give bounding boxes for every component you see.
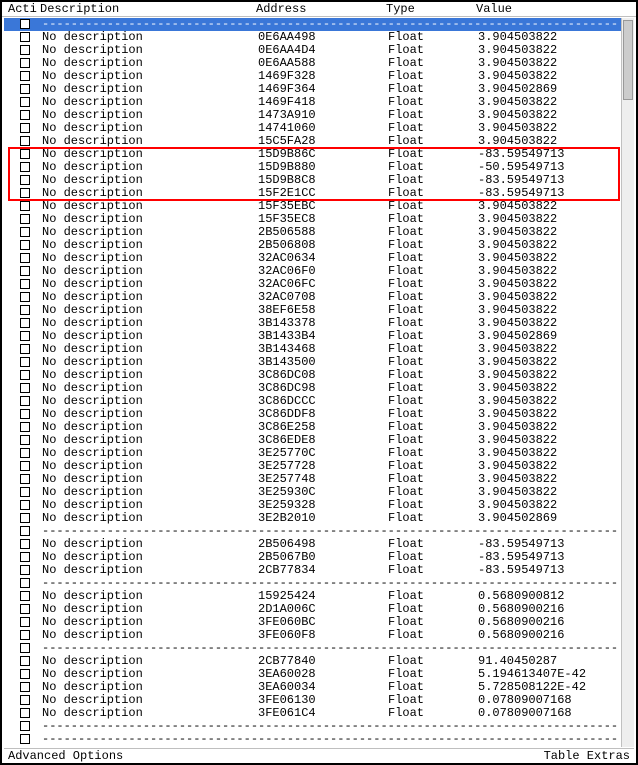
row-checkbox[interactable] <box>20 552 30 562</box>
row-checkbox[interactable] <box>20 643 30 653</box>
row-checkbox[interactable] <box>20 227 30 237</box>
row-checkbox[interactable] <box>20 630 30 640</box>
row-checkbox[interactable] <box>20 396 30 406</box>
row-checkbox[interactable] <box>20 123 30 133</box>
separator-row[interactable]: ----------------------------------------… <box>4 733 622 746</box>
row-checkbox[interactable] <box>20 513 30 523</box>
row-checkbox[interactable] <box>20 734 30 744</box>
row-checkbox[interactable] <box>20 656 30 666</box>
row-checkbox[interactable] <box>20 448 30 458</box>
row-checkbox[interactable] <box>20 669 30 679</box>
row-checkbox[interactable] <box>20 84 30 94</box>
footer-bar: Advanced Options Table Extras <box>4 748 634 763</box>
row-checkbox[interactable] <box>20 344 30 354</box>
cell-type: Float <box>388 564 424 577</box>
row-checkbox[interactable] <box>20 435 30 445</box>
row-checkbox[interactable] <box>20 487 30 497</box>
row-checkbox[interactable] <box>20 565 30 575</box>
row-checkbox[interactable] <box>20 136 30 146</box>
table-row[interactable]: No description 2CB77834 Float -83.59549713 <box>4 564 622 577</box>
cell-address: 2CB77834 <box>258 564 316 577</box>
row-checkbox[interactable] <box>20 500 30 510</box>
row-checkbox[interactable] <box>20 357 30 367</box>
row-checkbox[interactable] <box>20 188 30 198</box>
separator-dashes: ----------------------------------------… <box>42 720 618 733</box>
row-checkbox[interactable] <box>20 45 30 55</box>
column-header-row: Acti Description Address Type Value <box>2 2 636 17</box>
column-header-type[interactable]: Type <box>386 2 415 16</box>
separator-row[interactable]: ----------------------------------------… <box>4 720 622 733</box>
vertical-scrollbar[interactable] <box>621 18 634 747</box>
row-checkbox[interactable] <box>20 253 30 263</box>
separator-dashes: ----------------------------------------… <box>42 746 618 747</box>
column-header-value[interactable]: Value <box>476 2 512 16</box>
row-checkbox[interactable] <box>20 110 30 120</box>
row-checkbox[interactable] <box>20 162 30 172</box>
column-header-address[interactable]: Address <box>256 2 306 16</box>
advanced-options-button[interactable]: Advanced Options <box>8 749 123 763</box>
row-checkbox[interactable] <box>20 266 30 276</box>
row-checkbox[interactable] <box>20 214 30 224</box>
row-checkbox[interactable] <box>20 71 30 81</box>
row-checkbox[interactable] <box>20 604 30 614</box>
table-row[interactable]: No description 3FE061C4 Float 0.07809007168 <box>4 707 622 720</box>
row-checkbox[interactable] <box>20 279 30 289</box>
row-checkbox[interactable] <box>20 474 30 484</box>
cell-type: Float <box>388 512 424 525</box>
table-row[interactable]: No description 3FE060F8 Float 0.5680900216 <box>4 629 622 642</box>
row-checkbox[interactable] <box>20 526 30 536</box>
row-checkbox[interactable] <box>20 383 30 393</box>
row-checkbox[interactable] <box>20 292 30 302</box>
cell-address: 3FE061C4 <box>258 707 316 720</box>
cell-address: 3E2B2010 <box>258 512 316 525</box>
column-header-active[interactable]: Acti <box>8 2 37 16</box>
row-checkbox[interactable] <box>20 539 30 549</box>
row-checkbox[interactable] <box>20 617 30 627</box>
cell-type: Float <box>388 707 424 720</box>
row-checkbox[interactable] <box>20 32 30 42</box>
cell-value: -83.59549713 <box>478 564 564 577</box>
row-checkbox[interactable] <box>20 370 30 380</box>
row-checkbox[interactable] <box>20 240 30 250</box>
row-checkbox[interactable] <box>20 331 30 341</box>
row-checkbox[interactable] <box>20 461 30 471</box>
cell-type: Float <box>388 629 424 642</box>
row-checkbox[interactable] <box>20 201 30 211</box>
row-checkbox[interactable] <box>20 19 30 29</box>
row-checkbox[interactable] <box>20 305 30 315</box>
cell-value: 0.5680900216 <box>478 629 564 642</box>
cell-description: No description <box>42 707 143 720</box>
row-checkbox[interactable] <box>20 708 30 718</box>
row-checkbox[interactable] <box>20 409 30 419</box>
separator-dashes: ----------------------------------------… <box>42 733 618 746</box>
rows-container: ----------------------------------------… <box>4 18 622 747</box>
cell-description: No description <box>42 512 143 525</box>
row-checkbox[interactable] <box>20 721 30 731</box>
row-checkbox[interactable] <box>20 422 30 432</box>
main-window: Acti Description Address Type Value ----… <box>0 0 638 765</box>
row-checkbox[interactable] <box>20 695 30 705</box>
scrollbar-thumb[interactable] <box>623 20 633 100</box>
table-row[interactable]: No description 3E2B2010 Float 3.904502869 <box>4 512 622 525</box>
cell-address: 3FE060F8 <box>258 629 316 642</box>
separator-row[interactable]: ----------------------------------------… <box>4 746 622 747</box>
row-checkbox[interactable] <box>20 318 30 328</box>
row-checkbox[interactable] <box>20 175 30 185</box>
row-checkbox[interactable] <box>20 578 30 588</box>
column-header-description[interactable]: Description <box>40 2 119 16</box>
cell-value: 3.904502869 <box>478 512 557 525</box>
row-checkbox[interactable] <box>20 682 30 692</box>
table-extras-button[interactable]: Table Extras <box>544 749 630 763</box>
table-viewport[interactable]: ----------------------------------------… <box>4 18 622 747</box>
row-checkbox[interactable] <box>20 149 30 159</box>
cell-description: No description <box>42 629 143 642</box>
row-checkbox[interactable] <box>20 591 30 601</box>
row-checkbox[interactable] <box>20 58 30 68</box>
row-checkbox[interactable] <box>20 97 30 107</box>
cell-value: 0.07809007168 <box>478 707 572 720</box>
cell-description: No description <box>42 564 143 577</box>
